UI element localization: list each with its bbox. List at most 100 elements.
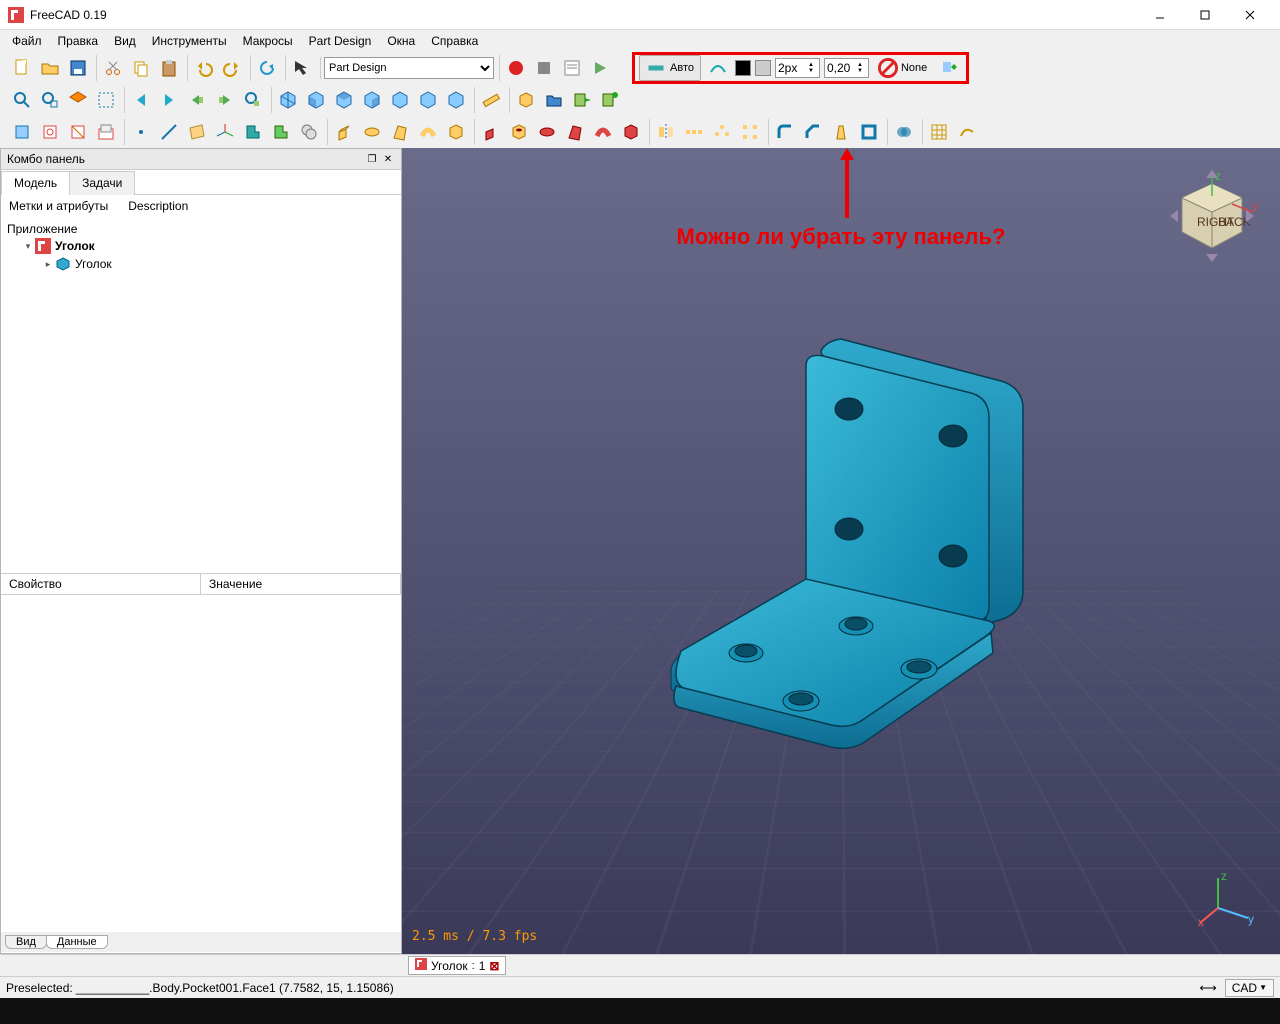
rear-view-icon[interactable] bbox=[387, 87, 413, 113]
measure-icon[interactable] bbox=[478, 87, 504, 113]
datum-point-icon[interactable] bbox=[128, 119, 154, 145]
navigation-cube[interactable]: RIGHT BACK z y bbox=[1162, 166, 1262, 266]
pad-icon[interactable] bbox=[331, 119, 357, 145]
close-tab-icon[interactable]: ⊠ bbox=[489, 959, 499, 973]
loft-sub-icon[interactable] bbox=[562, 119, 588, 145]
close-panel-icon[interactable]: ✕ bbox=[381, 152, 395, 166]
model-tree[interactable]: Приложение ▾ Уголок ▸ Уголок bbox=[1, 217, 401, 573]
edit-sketch-icon[interactable] bbox=[65, 119, 91, 145]
undo-icon[interactable] bbox=[191, 55, 217, 81]
dimension-icon[interactable]: ⟷ bbox=[1200, 981, 1217, 995]
close-button[interactable] bbox=[1227, 0, 1272, 30]
maximize-button[interactable] bbox=[1182, 0, 1227, 30]
linear-pattern-icon[interactable] bbox=[681, 119, 707, 145]
paste-icon[interactable] bbox=[156, 55, 182, 81]
save-icon[interactable] bbox=[65, 55, 91, 81]
btab-data[interactable]: Данные bbox=[46, 935, 108, 949]
toggle-grid-icon[interactable] bbox=[926, 119, 952, 145]
new-file-icon[interactable] bbox=[9, 55, 35, 81]
refresh-icon[interactable] bbox=[254, 55, 280, 81]
bounding-box-icon[interactable] bbox=[93, 87, 119, 113]
btab-view[interactable]: Вид bbox=[5, 935, 47, 949]
pipe-sub-icon[interactable] bbox=[590, 119, 616, 145]
subtab-labels[interactable]: Метки и атрибуты bbox=[5, 197, 112, 215]
workbench-selector[interactable]: Part Design bbox=[324, 57, 494, 79]
link-actions-icon[interactable] bbox=[597, 87, 623, 113]
menu-windows[interactable]: Окна bbox=[379, 32, 423, 50]
left-view-icon[interactable] bbox=[443, 87, 469, 113]
float-panel-icon[interactable]: ❐ bbox=[365, 152, 379, 166]
fit-selection-icon[interactable] bbox=[37, 87, 63, 113]
draw-style-icon[interactable] bbox=[65, 87, 91, 113]
menu-partdesign[interactable]: Part Design bbox=[301, 32, 380, 50]
macro-list-icon[interactable] bbox=[559, 55, 585, 81]
additive-primitive-icon[interactable] bbox=[443, 119, 469, 145]
3d-viewport[interactable]: Можно ли убрать эту панель? bbox=[402, 148, 1280, 954]
line-color-icon[interactable] bbox=[705, 55, 731, 81]
mirror-icon[interactable] bbox=[653, 119, 679, 145]
sketcher-icon[interactable] bbox=[954, 119, 980, 145]
create-group-icon[interactable] bbox=[541, 87, 567, 113]
revolution-icon[interactable] bbox=[359, 119, 385, 145]
groove-icon[interactable] bbox=[534, 119, 560, 145]
hole-icon[interactable] bbox=[506, 119, 532, 145]
shapebinder-icon[interactable] bbox=[240, 119, 266, 145]
clone-icon[interactable] bbox=[296, 119, 322, 145]
thickness-icon[interactable] bbox=[856, 119, 882, 145]
draft-icon[interactable] bbox=[828, 119, 854, 145]
menu-tools[interactable]: Инструменты bbox=[144, 32, 235, 50]
fit-all-icon[interactable] bbox=[9, 87, 35, 113]
macro-play-icon[interactable] bbox=[587, 55, 613, 81]
bottom-view-icon[interactable] bbox=[415, 87, 441, 113]
chamfer-icon[interactable] bbox=[800, 119, 826, 145]
top-view-icon[interactable] bbox=[331, 87, 357, 113]
fillet-icon[interactable] bbox=[772, 119, 798, 145]
macro-record-icon[interactable] bbox=[503, 55, 529, 81]
open-file-icon[interactable] bbox=[37, 55, 63, 81]
boolean-icon[interactable] bbox=[891, 119, 917, 145]
pipe-add-icon[interactable] bbox=[415, 119, 441, 145]
datum-plane-icon[interactable] bbox=[184, 119, 210, 145]
menu-edit[interactable]: Правка bbox=[50, 32, 107, 50]
isometric-view-icon[interactable] bbox=[275, 87, 301, 113]
tree-document[interactable]: ▾ Уголок bbox=[7, 237, 395, 255]
front-view-icon[interactable] bbox=[303, 87, 329, 113]
link-forward-icon[interactable] bbox=[212, 87, 238, 113]
multitransform-icon[interactable] bbox=[737, 119, 763, 145]
polar-pattern-icon[interactable] bbox=[709, 119, 735, 145]
tree-app-root[interactable]: Приложение bbox=[7, 221, 395, 237]
menu-file[interactable]: Файл bbox=[4, 32, 50, 50]
copy-icon[interactable] bbox=[128, 55, 154, 81]
face-color-swatch[interactable] bbox=[755, 60, 771, 76]
link-back-icon[interactable] bbox=[184, 87, 210, 113]
minimize-button[interactable] bbox=[1137, 0, 1182, 30]
create-part-icon[interactable] bbox=[513, 87, 539, 113]
line-color-swatch[interactable] bbox=[735, 60, 751, 76]
link-make-icon[interactable] bbox=[569, 87, 595, 113]
document-tab[interactable]: Уголок : 1 ⊠ bbox=[408, 956, 506, 975]
construction-mode-button[interactable]: Авто bbox=[639, 55, 701, 81]
menu-view[interactable]: Вид bbox=[106, 32, 144, 50]
subtab-description[interactable]: Description bbox=[124, 197, 192, 215]
apply-style-icon[interactable] bbox=[936, 55, 962, 81]
datum-cs-icon[interactable] bbox=[212, 119, 238, 145]
nav-back-icon[interactable] bbox=[128, 87, 154, 113]
line-width-input[interactable]: 2px▲▼ bbox=[775, 58, 820, 78]
cut-icon[interactable] bbox=[100, 55, 126, 81]
menu-help[interactable]: Справка bbox=[423, 32, 486, 50]
subtractive-primitive-icon[interactable] bbox=[618, 119, 644, 145]
create-body-icon[interactable] bbox=[9, 119, 35, 145]
tab-tasks[interactable]: Задачи bbox=[69, 171, 135, 195]
subshapebinder-icon[interactable] bbox=[268, 119, 294, 145]
map-sketch-icon[interactable] bbox=[93, 119, 119, 145]
autogroup-button[interactable]: None bbox=[873, 55, 932, 81]
right-view-icon[interactable] bbox=[359, 87, 385, 113]
loft-add-icon[interactable] bbox=[387, 119, 413, 145]
whatsthis-icon[interactable] bbox=[289, 55, 315, 81]
nav-style-selector[interactable]: CAD ▼ bbox=[1225, 979, 1274, 997]
tree-body[interactable]: ▸ Уголок bbox=[7, 255, 395, 273]
opacity-input[interactable]: 0,20▲▼ bbox=[824, 58, 869, 78]
nav-forward-icon[interactable] bbox=[156, 87, 182, 113]
pocket-icon[interactable] bbox=[478, 119, 504, 145]
link-select-icon[interactable] bbox=[240, 87, 266, 113]
